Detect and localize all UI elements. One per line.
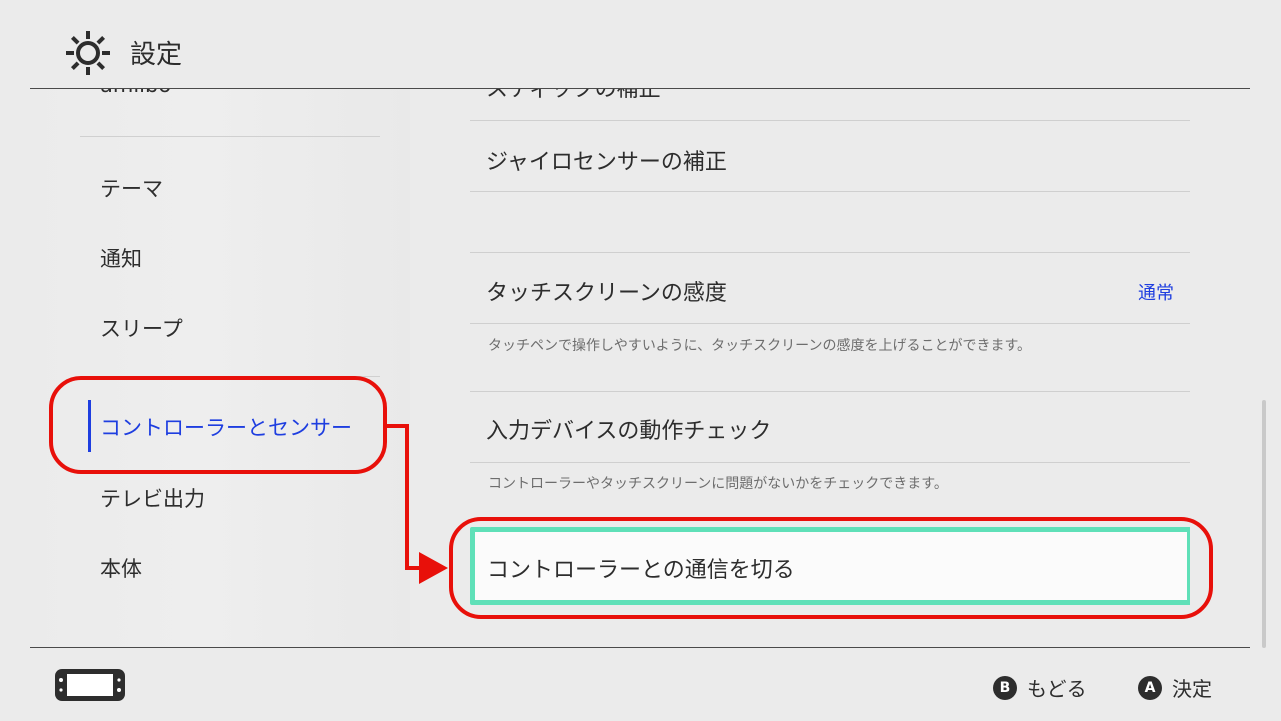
settings-list: スティックの補正 ジャイロセンサーの補正 タッチスクリーンの感度 通常 タッチペ… xyxy=(470,89,1190,647)
sidebar-item-tv-output[interactable]: テレビ出力 xyxy=(100,483,205,513)
sidebar-item-amiibo[interactable]: amiibo xyxy=(100,89,171,97)
row-divider xyxy=(470,120,1190,121)
row-description: コントローラーやタッチスクリーンに問題がないかをチェックできます。 xyxy=(488,476,948,492)
row-touch-sensitivity[interactable]: タッチスクリーンの感度 xyxy=(486,275,727,307)
gear-icon xyxy=(66,31,110,75)
active-indicator xyxy=(88,400,91,452)
page-title: 設定 xyxy=(130,40,183,70)
row-divider xyxy=(470,191,1190,192)
b-button-icon: B xyxy=(993,675,1017,700)
sidebar-divider xyxy=(80,376,380,377)
sidebar-item-controllers-sensors[interactable]: コントローラーとセンサー xyxy=(100,412,352,442)
sidebar-item-sleep[interactable]: スリープ xyxy=(100,313,183,343)
arrow-head-icon xyxy=(419,552,448,584)
sidebar-divider xyxy=(80,136,380,137)
row-divider xyxy=(470,462,1190,463)
touch-sensitivity-value: 通常 xyxy=(1138,283,1174,304)
sidebar: amiibo テーマ 通知 スリープ コントローラーとセンサー テレビ出力 本体 xyxy=(30,89,410,647)
footer-divider xyxy=(30,647,1250,648)
row-divider xyxy=(470,391,1190,392)
row-stick-calibration[interactable]: スティックの補正 xyxy=(486,89,661,103)
a-button-icon: A xyxy=(1138,675,1162,700)
ok-hint[interactable]: A 決定 xyxy=(1138,673,1212,702)
console-icon xyxy=(55,669,125,701)
row-input-device-check[interactable]: 入力デバイスの動作チェック xyxy=(486,413,771,445)
sidebar-item-system[interactable]: 本体 xyxy=(100,553,142,583)
scrollbar[interactable] xyxy=(1262,400,1266,648)
sidebar-item-notifications[interactable]: 通知 xyxy=(100,243,142,273)
row-description: タッチペンで操作しやすいように、タッチスクリーンの感度を上げることができます。 xyxy=(488,338,1032,354)
ok-label: 決定 xyxy=(1172,677,1212,701)
row-divider xyxy=(470,323,1190,324)
header: 設定 xyxy=(0,0,1281,89)
row-disconnect-controllers[interactable]: コントローラーとの通信を切る xyxy=(470,527,1190,605)
row-gyro-calibration[interactable]: ジャイロセンサーの補正 xyxy=(486,144,727,176)
row-label: コントローラーとの通信を切る xyxy=(487,558,795,583)
back-label: もどる xyxy=(1027,677,1087,701)
row-divider xyxy=(470,252,1190,253)
sidebar-item-theme[interactable]: テーマ xyxy=(100,173,163,203)
back-hint[interactable]: B もどる xyxy=(993,673,1087,702)
